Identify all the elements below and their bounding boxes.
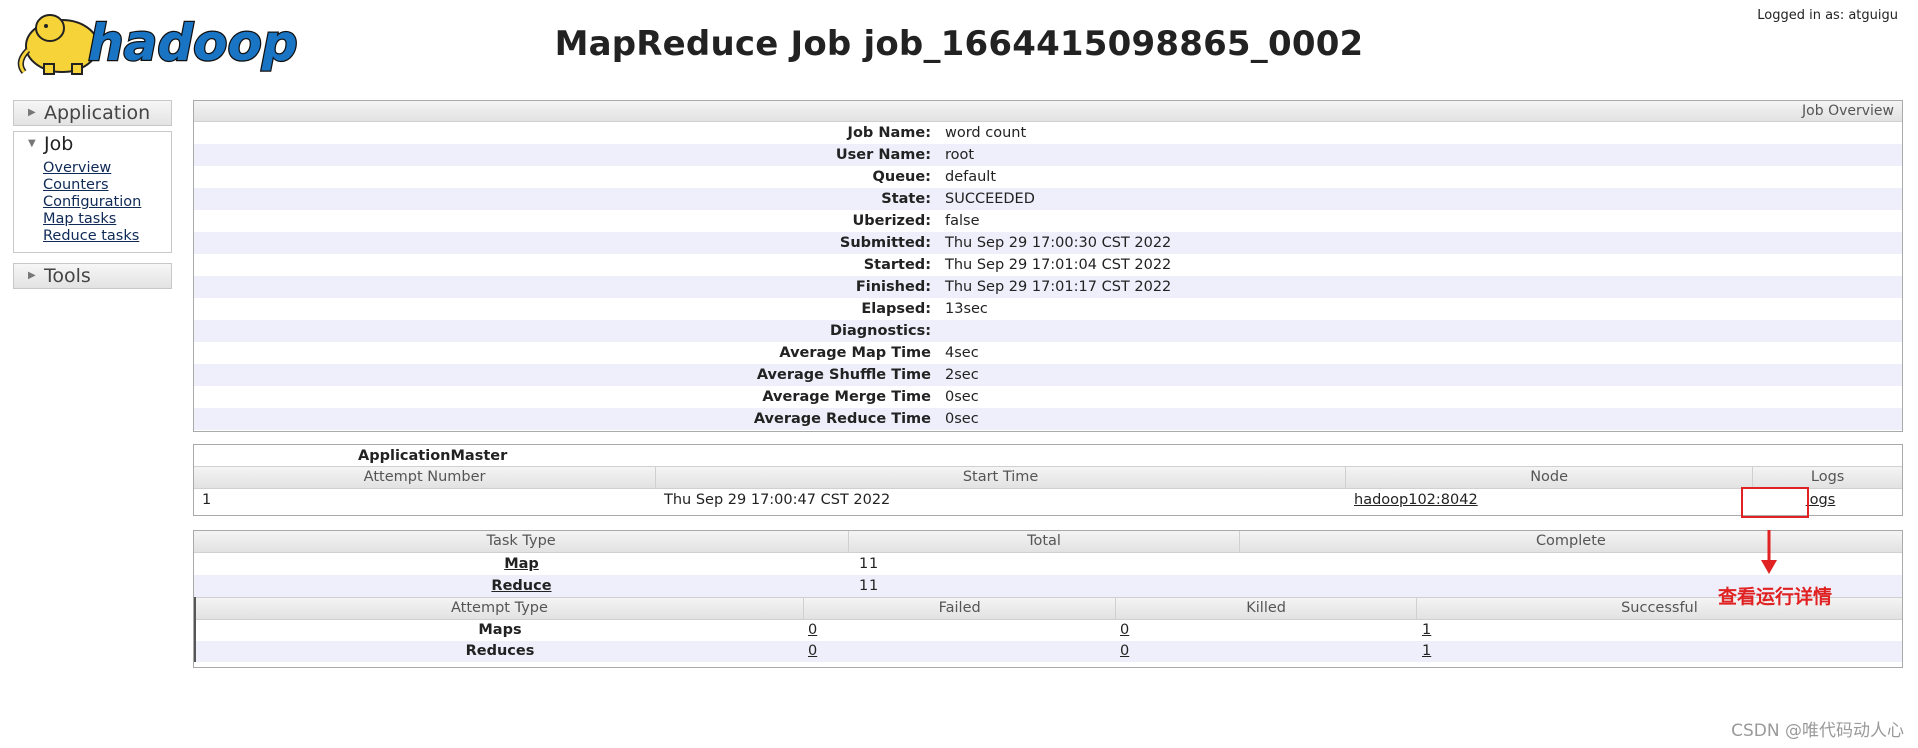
- overview-row: Uberized: false: [852, 213, 980, 229]
- chevron-down-icon: ▼: [28, 138, 36, 149]
- col-attempt-type[interactable]: Attempt Type: [196, 598, 804, 619]
- table-row: Maps 0 0 1: [196, 620, 1902, 641]
- overview-row: Submitted: Thu Sep 29 17:00:30 CST 2022: [194, 232, 1902, 254]
- attempt-table: Attempt Type Failed Killed Successful Ma…: [194, 597, 1902, 662]
- sidebar: ▶ Application ▼ Job Overview Counters Co…: [13, 100, 172, 289]
- arrow-down-icon: [1761, 530, 1777, 574]
- reduces-killed-link[interactable]: 0: [1120, 643, 1129, 659]
- reduces-label: Reduces: [465, 643, 535, 659]
- attempt-table-header: Attempt Type Failed Killed Successful: [196, 597, 1902, 620]
- reduces-successful-link[interactable]: 1: [1422, 643, 1431, 659]
- overview-row: Average Shuffle Time 2sec: [194, 364, 1902, 386]
- application-master-title: ApplicationMaster: [358, 448, 508, 464]
- sidebar-tools[interactable]: ▶ Tools: [13, 263, 172, 289]
- reduce-total: 1: [859, 578, 869, 594]
- page-title: MapReduce Job job_1664415098865_0002: [554, 24, 1364, 64]
- job-links: Overview Counters Configuration Map task…: [13, 156, 172, 253]
- annotation-text: 查看运行详情: [1718, 586, 1833, 608]
- overview-row: Started: Thu Sep 29 17:01:04 CST 2022: [863, 257, 1172, 273]
- am-table-header: Attempt Number Start Time Node Logs: [194, 466, 1902, 489]
- col-logs[interactable]: Logs: [1753, 467, 1902, 488]
- table-row: Reduce 1 1: [194, 575, 1902, 597]
- table-row: Reduces 0 0 1: [196, 641, 1902, 662]
- link-reduce-tasks[interactable]: Reduce tasks: [43, 228, 171, 245]
- tasks-panel: Task Type Total Complete Map 1 1 Reduce …: [193, 530, 1903, 668]
- overview-row: Average Reduce Time 0sec: [194, 408, 1902, 430]
- job-overview-heading: Job Overview: [194, 101, 1902, 122]
- reduce-complete: 1: [869, 578, 879, 594]
- overview-row: State: SUCCEEDED: [194, 188, 1902, 210]
- col-node[interactable]: Node: [1346, 467, 1754, 488]
- overview-row: Job Name: word count: [847, 125, 1027, 141]
- table-row: 1 Thu Sep 29 17:00:47 CST 2022 hadoop102…: [194, 489, 1902, 511]
- overview-row: Average Map Time 4sec: [779, 345, 979, 361]
- col-total[interactable]: Total: [849, 531, 1240, 552]
- overview-row: Diagnostics:: [194, 320, 1902, 342]
- overview-row: Average Merge Time 0sec: [762, 389, 979, 405]
- am-attempt: 1: [202, 492, 212, 508]
- watermark: CSDN @唯代码动人心: [1731, 721, 1904, 741]
- map-complete: 1: [869, 556, 879, 572]
- sidebar-job-label: Job: [44, 133, 74, 155]
- col-complete[interactable]: Complete: [1240, 531, 1902, 552]
- logs-link[interactable]: logs: [1806, 492, 1836, 508]
- link-map-tasks[interactable]: Map tasks: [43, 211, 171, 228]
- job-overview-panel: Job Overview Job Name: word count User Na…: [193, 100, 1903, 432]
- col-task-type[interactable]: Task Type: [194, 531, 850, 552]
- col-start-time[interactable]: Start Time: [656, 467, 1346, 488]
- col-attempt-number[interactable]: Attempt Number: [194, 467, 657, 488]
- sidebar-application[interactable]: ▶ Application: [13, 100, 172, 126]
- task-table-header: Task Type Total Complete: [194, 531, 1902, 553]
- logs-highlight-box: [1741, 487, 1809, 518]
- overview-row: Finished: Thu Sep 29 17:01:17 CST 2022: [194, 276, 1902, 298]
- reduces-failed-link[interactable]: 0: [808, 643, 817, 659]
- maps-killed-link[interactable]: 0: [1120, 622, 1129, 638]
- chevron-right-icon: ▶: [28, 270, 36, 281]
- sidebar-application-label: Application: [44, 102, 151, 124]
- overview-row: Queue: default: [872, 169, 997, 185]
- application-master-panel: ApplicationMaster Attempt Number Start T…: [193, 444, 1903, 516]
- sidebar-tools-label: Tools: [44, 265, 91, 287]
- link-counters[interactable]: Counters: [43, 177, 171, 194]
- map-total: 1: [859, 556, 869, 572]
- maps-label: Maps: [478, 622, 522, 638]
- col-failed[interactable]: Failed: [804, 598, 1117, 619]
- am-start-time: Thu Sep 29 17:00:47 CST 2022: [664, 492, 891, 508]
- col-killed[interactable]: Killed: [1116, 598, 1417, 619]
- link-overview[interactable]: Overview: [43, 160, 171, 177]
- node-link[interactable]: hadoop102:8042: [1354, 492, 1478, 508]
- logged-in-user: Logged in as: atguigu: [1757, 8, 1898, 23]
- chevron-right-icon: ▶: [28, 107, 36, 118]
- overview-row: User Name: root: [194, 144, 1902, 166]
- maps-failed-link[interactable]: 0: [808, 622, 817, 638]
- link-configuration[interactable]: Configuration: [43, 194, 171, 211]
- sidebar-job[interactable]: ▼ Job: [13, 131, 172, 156]
- overview-row: Elapsed: 13sec: [861, 301, 988, 317]
- table-row: Map 1 1: [194, 553, 1902, 575]
- maps-successful-link[interactable]: 1: [1422, 622, 1431, 638]
